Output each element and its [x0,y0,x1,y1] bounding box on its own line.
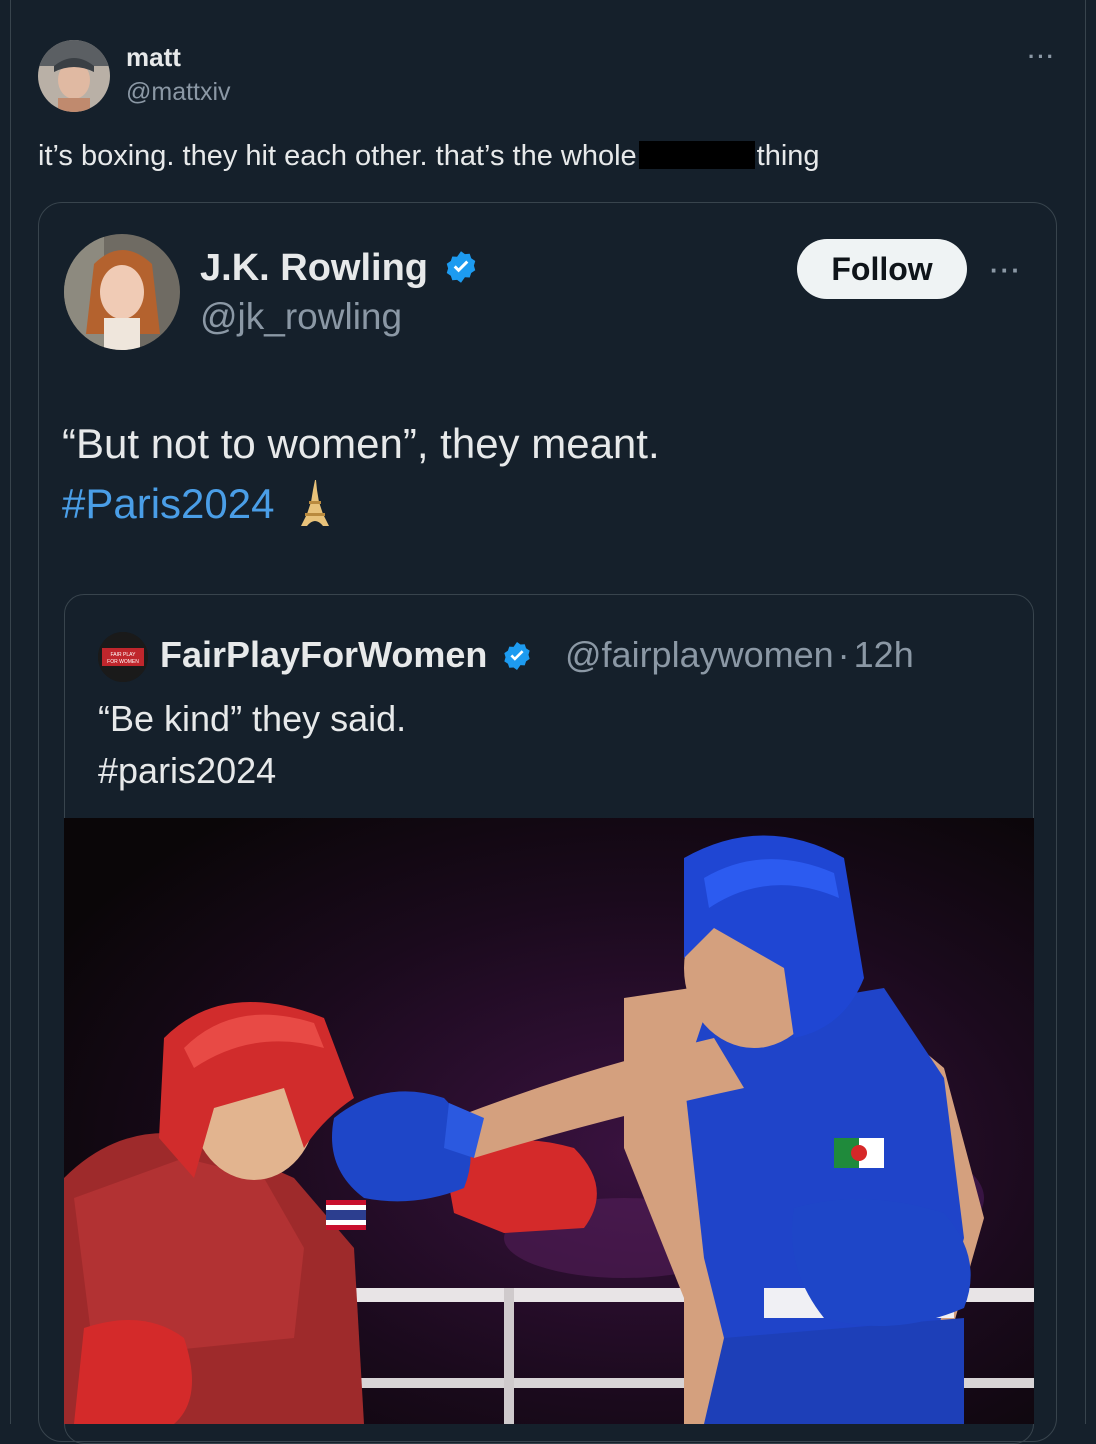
tweet-timestamp[interactable]: 12h [854,634,914,675]
outer-text-before: it’s boxing. they hit each other. that’s… [38,140,637,172]
redaction-bar [638,141,755,169]
outer-text-after: thing [756,140,820,172]
hashtag-link[interactable]: #Paris2024 [62,480,274,527]
boxing-photo[interactable] [64,818,1034,1424]
jk-author-name[interactable]: J.K. Rowling [200,247,479,290]
outer-author-name[interactable]: matt [126,42,181,73]
outer-author-handle[interactable]: @mattxiv [126,78,231,107]
fairplay-name-text: FairPlayForWomen [160,634,488,675]
frame-left-border [10,0,11,1424]
fairplay-handle[interactable]: @fairplaywomen [565,634,834,675]
meta-separator: · [837,634,850,675]
verified-badge-icon [446,251,475,283]
quoted-tweet-text: “But not to women”, they meant. [62,420,660,467]
jk-name-text: J.K. Rowling [200,247,428,289]
fairplay-meta: @fairplaywomen · 12h [565,634,914,676]
verified-badge-icon [504,642,531,670]
nested-tweet-hashtag[interactable]: #paris2024 [98,750,276,792]
fairplay-author-name[interactable]: FairPlayForWomen [160,634,533,676]
fairplay-avatar[interactable]: FAIR PLAY FOR WOMEN [98,632,148,682]
outer-more-button[interactable]: ··· [1028,44,1056,70]
quoted-tweet-hashtag-line: #Paris2024 [62,480,332,528]
svg-text:FOR WOMEN: FOR WOMEN [107,659,139,665]
nested-tweet-text: “Be kind” they said. [98,698,407,739]
jk-rowling-avatar[interactable] [64,234,180,350]
eiffel-tower-icon [301,480,330,526]
svg-text:FAIR PLAY: FAIR PLAY [111,652,137,658]
jk-author-handle[interactable]: @jk_rowling [200,296,402,338]
follow-button[interactable]: Follow [797,239,967,299]
frame-right-border [1085,0,1086,1424]
quoted-more-button[interactable]: ··· [990,255,1022,286]
matt-avatar[interactable] [38,40,110,112]
outer-tweet-text: it’s boxing. they hit each other. that’s… [38,140,820,173]
